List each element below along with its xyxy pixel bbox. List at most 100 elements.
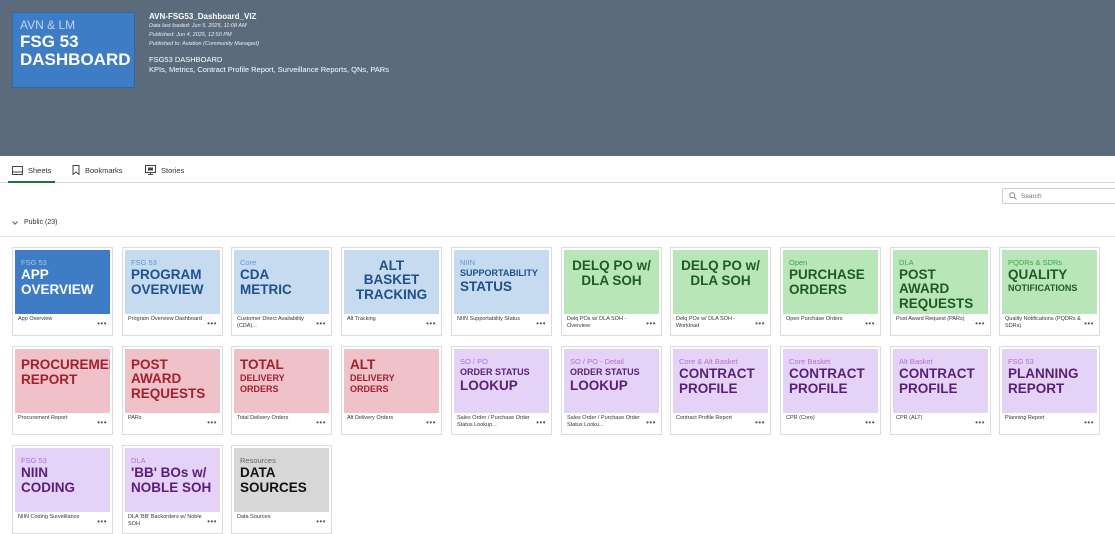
- sheet-card[interactable]: NIIN SUPPORTABILITY STATUS NIIN Supportabil…: [451, 247, 552, 336]
- search-input[interactable]: [1021, 192, 1101, 200]
- sheet-thumbnail: DLA POST AWARD REQUESTS: [893, 250, 988, 314]
- tab-bookmarks[interactable]: Bookmarks: [72, 163, 123, 177]
- more-options-icon[interactable]: •••: [865, 320, 875, 328]
- sheet-card[interactable]: DELQ PO w/DLA SOH Delq POs w/ DLA SOH - W…: [670, 247, 771, 336]
- sheet-card[interactable]: FSG 53 NIIN CODING NIIN Coding Surveillance…: [12, 445, 113, 534]
- tab-sheets[interactable]: Sheets: [7, 163, 56, 183]
- thumbnail-heading: LOOKUP: [570, 378, 628, 393]
- sheet-card[interactable]: Open PURCHASE ORDERS Open Purchase Orders ••…: [780, 247, 881, 336]
- more-options-icon[interactable]: •••: [1084, 320, 1094, 328]
- more-options-icon[interactable]: •••: [426, 320, 436, 328]
- thumbnail-heading: PLANNING: [1008, 366, 1079, 381]
- thumbnail-heading-secondary: NOTIFICATIONS: [1008, 283, 1078, 293]
- sheet-card[interactable]: PROCUREMENTREPORT Procurement Report •••: [12, 346, 113, 435]
- sheet-thumbnail: PROCUREMENTREPORT: [15, 349, 110, 413]
- sheets-icon: [12, 165, 23, 175]
- thumbnail-heading: ORDERS: [789, 282, 847, 297]
- thumbnail-subtitle: Resources: [240, 456, 276, 465]
- sheet-thumbnail: DLA 'BB' BOs w/NOBLE SOH: [125, 448, 220, 512]
- sheet-thumbnail: Core CDA METRIC: [234, 250, 329, 314]
- tab-stories-label: Stories: [161, 165, 185, 175]
- app-title: AVN-FSG53_Dashboard_VIZ: [149, 12, 257, 21]
- app-description-title: FSG53 DASHBOARD: [149, 55, 223, 64]
- more-options-icon[interactable]: •••: [97, 419, 107, 427]
- sheet-card[interactable]: FSG 53 PROGRAM OVERVIEW Program Overview Da…: [122, 247, 223, 336]
- thumbnail-heading: NIIN: [21, 465, 48, 480]
- more-options-icon[interactable]: •••: [755, 419, 765, 427]
- sheet-title: Planning Report: [1005, 415, 1045, 421]
- sheet-thumbnail: Core & Alt Basket CONTRACT PROFILE: [673, 349, 768, 413]
- published-date: Published: Jun 4, 2025, 12:50 PM: [149, 32, 232, 38]
- sheet-card[interactable]: FSG 53 APP OVERVIEW App Overview •••: [12, 247, 113, 336]
- sheet-thumbnail: POST AWARD REQUESTS: [125, 349, 220, 413]
- search-box[interactable]: [1002, 188, 1115, 204]
- more-options-icon[interactable]: •••: [755, 320, 765, 328]
- sheet-title: Data Sources: [237, 514, 271, 520]
- more-options-icon[interactable]: •••: [646, 320, 656, 328]
- sheet-title: CPR (Core): [786, 415, 815, 421]
- sheet-card[interactable]: PQDRs & SDRs QUALITY NOTIFICATIONS Quality …: [999, 247, 1100, 336]
- thumbnail-heading: TRACKING: [355, 287, 428, 302]
- more-options-icon[interactable]: •••: [207, 518, 217, 526]
- more-options-icon[interactable]: •••: [975, 320, 985, 328]
- sheet-card[interactable]: DLA 'BB' BOs w/NOBLE SOH DLA 'BB' Backorde…: [122, 445, 223, 534]
- thumbnail-subtitle: Core Basket: [789, 357, 831, 366]
- more-options-icon[interactable]: •••: [426, 419, 436, 427]
- more-options-icon[interactable]: •••: [316, 518, 326, 526]
- search-icon: [1009, 192, 1017, 200]
- sheet-card[interactable]: DELQ PO w/DLA SOH Delq POs w/ DLA SOH - O…: [561, 247, 662, 336]
- bookmark-icon: [72, 165, 80, 175]
- sheet-card[interactable]: Core CDA METRIC Customer Direct Availabilit…: [231, 247, 332, 336]
- more-options-icon[interactable]: •••: [207, 320, 217, 328]
- sheet-card[interactable]: DLA POST AWARD REQUESTS Post Award Request …: [890, 247, 991, 336]
- more-options-icon[interactable]: •••: [316, 419, 326, 427]
- thumbnail-heading: DLA SOH: [581, 273, 642, 288]
- more-options-icon[interactable]: •••: [316, 320, 326, 328]
- app-header: AVN & LM FSG 53 DASHBOARD AVN-FSG53_Dash…: [0, 0, 1115, 156]
- more-options-icon[interactable]: •••: [646, 419, 656, 427]
- more-options-icon[interactable]: •••: [865, 419, 875, 427]
- logo-line-1: AVN & LM: [20, 18, 76, 32]
- more-options-icon[interactable]: •••: [536, 419, 546, 427]
- sheet-card[interactable]: SO / PO - Detail ORDER STATUS LOOKUP Sales …: [561, 346, 662, 435]
- sheet-title: Contract Profile Report: [676, 415, 732, 421]
- chevron-down-icon: [12, 220, 18, 225]
- sheet-card[interactable]: Core & Alt Basket CONTRACT PROFILE Contract…: [670, 346, 771, 435]
- thumbnail-subtitle: DLA: [131, 456, 146, 465]
- sheet-card[interactable]: Alt Basket CONTRACT PROFILE CPR (ALT) •••: [890, 346, 991, 435]
- thumbnail-heading-secondary: SUPPORTABILITY: [460, 268, 538, 278]
- sheet-card[interactable]: FSG 53 PLANNING REPORT Planning Report •••: [999, 346, 1100, 435]
- thumbnail-heading: CDA: [240, 267, 270, 282]
- sheet-card[interactable]: TOTAL DELIVERY ORDERS Total Delivery Order…: [231, 346, 332, 435]
- sheet-card[interactable]: SO / PO ORDER STATUS LOOKUP Sales Order / P…: [451, 346, 552, 435]
- sheet-card[interactable]: Resources DATA SOURCES Data Sources •••: [231, 445, 332, 534]
- section-public[interactable]: Public (23): [12, 219, 57, 226]
- thumbnail-heading: REQUESTS: [131, 386, 206, 401]
- more-options-icon[interactable]: •••: [536, 320, 546, 328]
- sheet-title: Open Purchase Orders: [786, 316, 843, 322]
- more-options-icon[interactable]: •••: [97, 518, 107, 526]
- sheet-thumbnail: Open PURCHASE ORDERS: [783, 250, 878, 314]
- thumbnail-heading: REQUESTS: [899, 296, 974, 311]
- thumbnail-subtitle: SO / PO - Detail: [570, 357, 624, 366]
- more-options-icon[interactable]: •••: [975, 419, 985, 427]
- sheet-card[interactable]: ALT BASKET TRACKING Alt Tracking •••: [341, 247, 442, 336]
- more-options-icon[interactable]: •••: [1084, 419, 1094, 427]
- thumbnail-subtitle: FSG 53: [1008, 357, 1034, 366]
- app-logo: AVN & LM FSG 53 DASHBOARD: [12, 12, 135, 88]
- sheet-title: DLA 'BB' Backorders w/ Noble SOH: [128, 514, 202, 527]
- sheet-card[interactable]: Core Basket CONTRACT PROFILE CPR (Core) •••: [780, 346, 881, 435]
- sheet-card[interactable]: POST AWARD REQUESTS PARs •••: [122, 346, 223, 435]
- sheet-title: Program Overview Dashboard: [128, 316, 202, 322]
- more-options-icon[interactable]: •••: [207, 419, 217, 427]
- sheet-card[interactable]: ALT DELIVERY ORDERS Alt Delivery Orders •••: [341, 346, 442, 435]
- more-options-icon[interactable]: •••: [97, 320, 107, 328]
- thumbnail-subtitle: Alt Basket: [899, 357, 933, 366]
- thumbnail-subtitle: FSG 53: [131, 258, 157, 267]
- data-last-loaded: Data last loaded: Jun 5, 2025, 11:08 AM: [149, 23, 247, 29]
- tab-stories[interactable]: Stories: [145, 163, 184, 177]
- sheet-thumbnail: Alt Basket CONTRACT PROFILE: [893, 349, 988, 413]
- thumbnail-heading: CODING: [21, 480, 75, 495]
- thumbnail-heading: CONTRACT: [899, 366, 975, 381]
- logo-line-2: FSG 53: [20, 32, 79, 51]
